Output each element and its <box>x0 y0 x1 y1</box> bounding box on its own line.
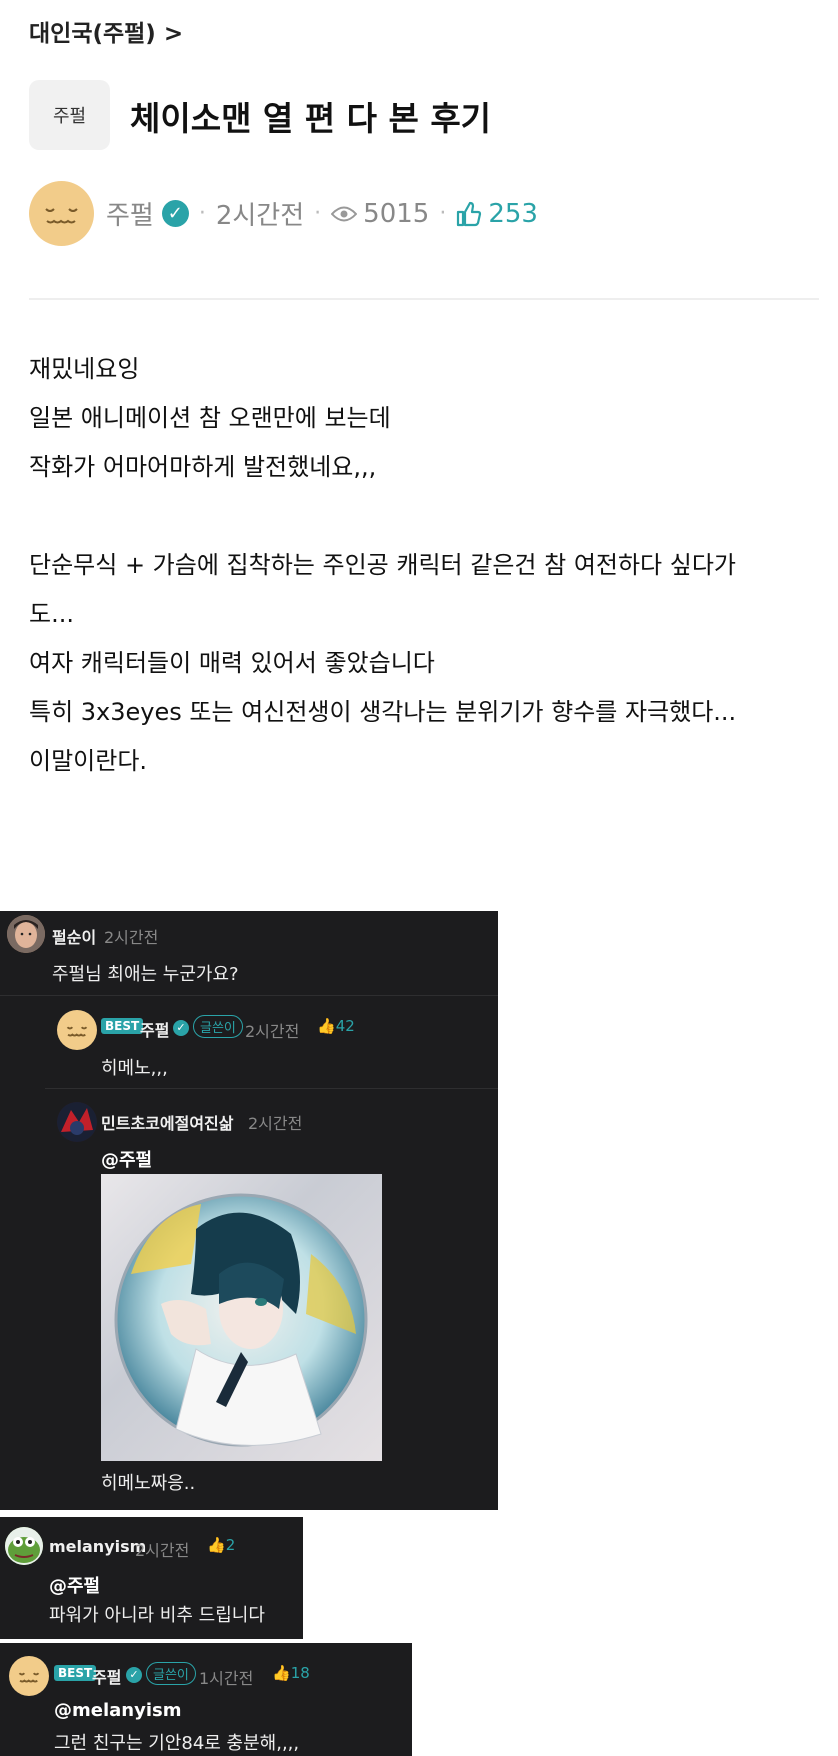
like-count: 253 <box>488 198 538 229</box>
avatar[interactable] <box>9 1656 49 1696</box>
sleepy-face-icon <box>66 1026 88 1037</box>
body-line: 특히 3x3eyes 또는 여신전생이 생각나는 분위기가 향수를 자극했다..… <box>29 698 737 726</box>
body-line: 재밌네요잉 <box>29 355 140 383</box>
comment-text: 주펄님 최애는 누군가요? <box>52 964 239 985</box>
comment-author[interactable]: melanyism <box>49 1537 146 1556</box>
character-avatar-icon <box>57 1102 97 1142</box>
comment-time: 2시간전 <box>245 1022 300 1041</box>
post-body: 재밌네요잉 일본 애니메이션 참 오랜만에 보는데 작화가 어마어마하게 발전했… <box>29 345 819 786</box>
thumbs-up-icon: 👍 <box>272 1664 291 1682</box>
like-count: 2 <box>225 1536 236 1554</box>
writer-badge: 글쓴이 <box>146 1662 196 1685</box>
post-title: 체이소맨 열 편 다 본 후기 <box>130 99 492 138</box>
avatar[interactable] <box>57 1010 97 1050</box>
thumbs-up-icon[interactable] <box>456 201 482 227</box>
separator-dot: · <box>198 201 206 226</box>
verified-icon: ✓ <box>161 200 189 227</box>
body-line: 이말이란다. <box>29 747 148 775</box>
writer-badge: 글쓴이 <box>193 1015 243 1038</box>
comment-author[interactable]: 펄순이 <box>52 924 96 948</box>
comment-card: BEST 주펄 ✓ 글쓴이 1시간전 👍18 @melanyism 그런 친구는… <box>0 1643 412 1756</box>
avatar[interactable] <box>29 181 94 246</box>
best-badge: BEST <box>54 1665 97 1681</box>
body-line: 작화가 어마어마하게 발전했네요,,, <box>29 453 377 481</box>
post-time: 2시간전 <box>215 201 305 231</box>
divider <box>45 1088 498 1089</box>
frog-avatar-icon <box>5 1527 43 1565</box>
view-count: 5015 <box>363 198 430 229</box>
body-line: 일본 애니메이션 참 오랜만에 보는데 <box>29 404 391 432</box>
eye-icon <box>331 205 358 223</box>
post-meta: 주펄 ✓ · 2시간전 · 5015 · 253 <box>29 181 538 246</box>
comment-time: 2시간전 <box>104 928 159 947</box>
verified-icon: ✓ <box>173 1020 189 1036</box>
category-tag[interactable]: 주펄 <box>29 80 110 150</box>
divider <box>29 298 819 300</box>
thumbs-up-icon: 👍 <box>317 1017 336 1035</box>
anime-badge-image <box>114 1193 368 1447</box>
comment-text: 그런 친구는 기안84로 충분해,,,, <box>54 1733 300 1754</box>
avatar[interactable] <box>57 1102 97 1142</box>
separator-dot: · <box>314 201 322 226</box>
comment-likes[interactable]: 👍42 <box>317 1017 355 1035</box>
avatar[interactable] <box>7 915 45 953</box>
comment-image[interactable] <box>101 1174 382 1461</box>
comment-likes[interactable]: 👍2 <box>207 1536 235 1554</box>
comment-mention[interactable]: @주펄 <box>101 1146 152 1172</box>
comment-likes[interactable]: 👍18 <box>272 1664 310 1682</box>
comment-mention[interactable]: @주펄 <box>49 1572 100 1598</box>
like-count: 18 <box>290 1664 310 1682</box>
comment-time: 2시간전 <box>248 1114 303 1133</box>
author-name[interactable]: 주펄 <box>106 195 154 232</box>
sleepy-face-icon <box>18 1672 40 1683</box>
comment-text: 히메노,,, <box>101 1058 168 1079</box>
comment-author[interactable]: 주펄 <box>92 1664 121 1688</box>
verified-icon: ✓ <box>126 1667 142 1683</box>
person-photo-icon <box>7 915 45 953</box>
sleepy-face-icon <box>45 208 78 224</box>
separator-dot: · <box>439 201 447 226</box>
comment-text: 히메노짜응.. <box>101 1473 196 1494</box>
comment-mention[interactable]: @melanyism <box>54 1700 181 1721</box>
comment-card: melanyism 2시간전 👍2 @주펄 파워가 아니라 비추 드립니다 <box>0 1517 303 1639</box>
avatar[interactable] <box>5 1527 43 1565</box>
comment-author[interactable]: 민트초코에절여진삶 <box>101 1110 233 1134</box>
comment-author[interactable]: 주펄 <box>140 1017 169 1041</box>
body-line: 단순무식 + 가슴에 집착하는 주인공 캐릭터 같은건 참 여전하다 싶다가 <box>29 551 737 579</box>
breadcrumb[interactable]: 대인국(주펄) > <box>29 14 183 48</box>
best-badge: BEST <box>101 1018 144 1034</box>
comment-time: 1시간전 <box>199 1669 254 1688</box>
divider <box>0 995 498 996</box>
body-line: 여자 캐릭터들이 매력 있어서 좋았습니다 <box>29 649 435 677</box>
comment-text: 파워가 아니라 비추 드립니다 <box>49 1605 265 1626</box>
body-line <box>29 492 819 541</box>
category-label: 주펄 <box>52 106 87 127</box>
body-line: 도... <box>29 600 74 628</box>
like-count: 42 <box>335 1017 355 1035</box>
comment-time: 2시간전 <box>135 1541 190 1560</box>
thumbs-up-icon: 👍 <box>207 1536 226 1554</box>
